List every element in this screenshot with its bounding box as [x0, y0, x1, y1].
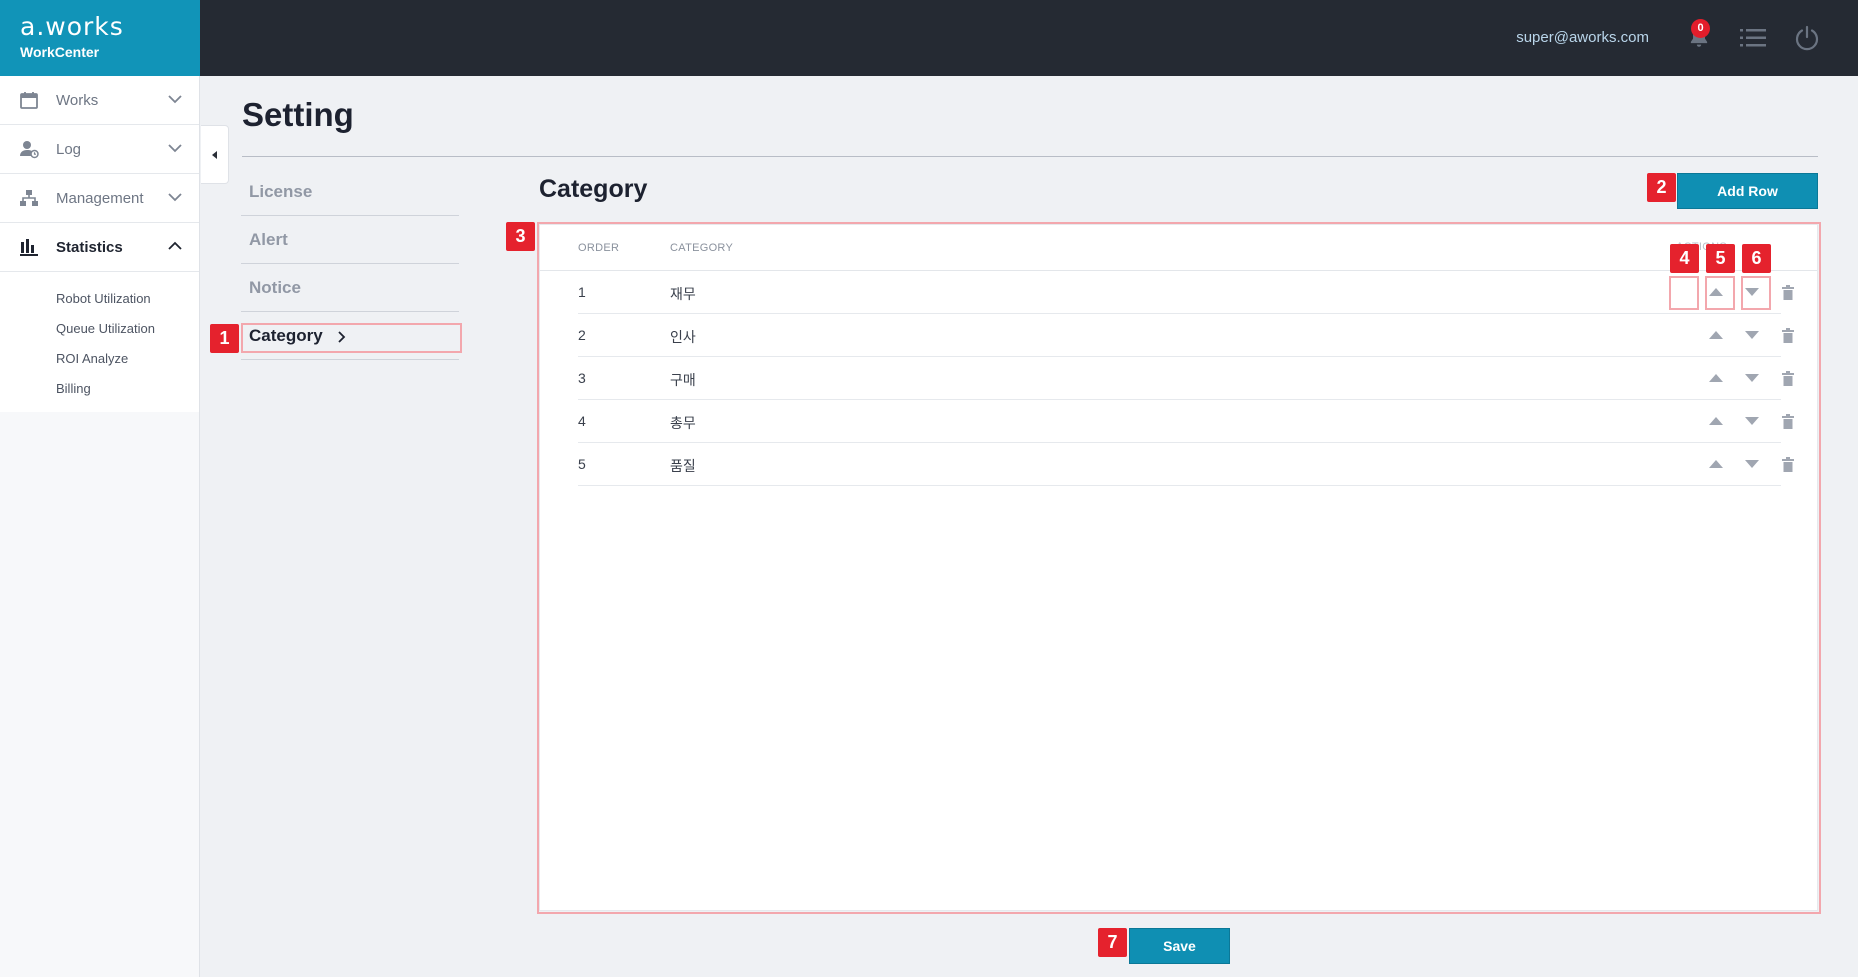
annotation-marker: 5 [1706, 244, 1735, 273]
bar-chart-icon [20, 239, 38, 256]
highlight-up-button [1669, 276, 1699, 310]
sidebar-item-label: Log [56, 140, 82, 158]
user-log-icon [20, 141, 39, 159]
title-divider [242, 156, 1818, 157]
brand-logo: a.works [20, 12, 124, 41]
sub-item-robot-utilization[interactable]: Robot Utilization [0, 284, 199, 314]
sidebar-collapse-button[interactable] [201, 125, 229, 184]
annotation-marker: 4 [1670, 244, 1699, 273]
statistics-submenu: Robot Utilization Queue Utilization ROI … [0, 272, 199, 412]
sub-item-queue-utilization[interactable]: Queue Utilization [0, 314, 199, 344]
highlight-delete-button [1741, 276, 1771, 310]
brand-subtitle: WorkCenter [20, 44, 100, 60]
highlight-category-menu [241, 323, 462, 353]
list-menu-icon[interactable] [1739, 26, 1767, 50]
top-right-area: super@aworks.com 0 [1158, 0, 1858, 76]
notification-badge: 0 [1691, 19, 1710, 38]
chevron-down-icon [168, 95, 182, 104]
chevron-down-icon [168, 193, 182, 202]
settings-item-alert[interactable]: Alert [241, 216, 459, 264]
top-bar: a.works WorkCenter super@aworks.com 0 [0, 0, 1858, 76]
save-button[interactable]: Save [1129, 928, 1230, 964]
sidebar-item-log[interactable]: Log [0, 125, 199, 174]
sidebar-item-label: Works [56, 91, 99, 109]
user-email[interactable]: super@aworks.com [1516, 29, 1649, 46]
add-row-button[interactable]: Add Row [1677, 173, 1818, 209]
category-title: Category [539, 175, 648, 203]
sidebar-item-statistics[interactable]: Statistics [0, 223, 199, 272]
brand-block[interactable]: a.works WorkCenter [0, 0, 200, 76]
annotation-marker: 7 [1098, 928, 1127, 957]
sub-item-roi-analyze[interactable]: ROI Analyze [0, 344, 199, 374]
calendar-icon [20, 92, 38, 109]
org-chart-icon [20, 190, 38, 206]
sidebar-item-management[interactable]: Management [0, 174, 199, 223]
chevron-down-icon [168, 144, 182, 153]
sub-item-billing[interactable]: Billing [0, 374, 199, 404]
sidebar: Works Log Management Statistics Robot Ut… [0, 76, 200, 977]
sidebar-item-works[interactable]: Works [0, 76, 199, 125]
highlight-table [537, 222, 1821, 914]
settings-item-license[interactable]: License [241, 168, 459, 216]
sidebar-nav: Works Log Management Statistics Robot Ut… [0, 76, 199, 412]
page-title: Setting [242, 96, 354, 133]
annotation-marker: 1 [210, 324, 239, 353]
power-icon[interactable] [1793, 24, 1821, 52]
sidebar-item-label: Management [56, 189, 144, 207]
chevron-up-icon [168, 241, 182, 250]
settings-item-notice[interactable]: Notice [241, 264, 459, 312]
annotation-marker: 2 [1647, 173, 1676, 202]
annotation-marker: 6 [1742, 244, 1771, 273]
annotation-marker: 3 [506, 222, 535, 251]
caret-left-icon [211, 150, 217, 159]
highlight-down-button [1705, 276, 1735, 310]
sidebar-item-label: Statistics [56, 238, 123, 256]
